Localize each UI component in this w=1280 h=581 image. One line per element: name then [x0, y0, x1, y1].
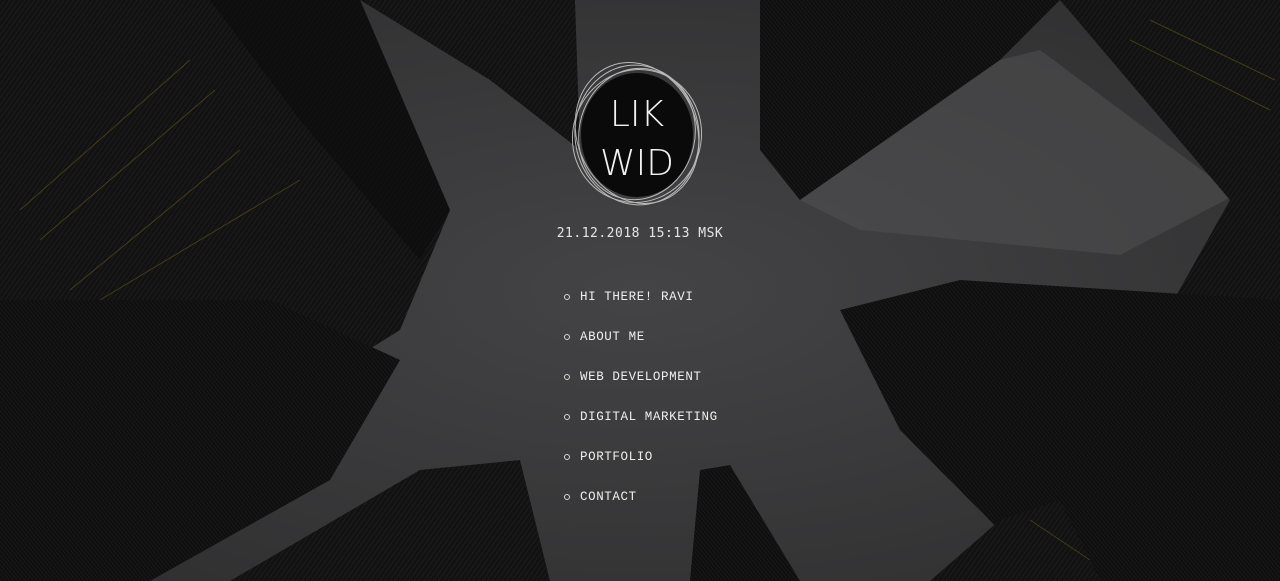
bullet-icon	[564, 334, 570, 340]
bullet-icon	[564, 414, 570, 420]
menu-item-label: DIGITAL MARKETING	[580, 410, 718, 424]
likwid-logo-icon[interactable]: LIK WID	[568, 58, 706, 210]
current-datetime: 21.12.2018 15:13 MSK	[556, 226, 724, 241]
logo-line-2: WID	[600, 143, 674, 184]
bullet-icon	[564, 374, 570, 380]
menu-item-portfolio[interactable]: PORTFOLIO	[564, 449, 718, 465]
bullet-icon	[564, 454, 570, 460]
bullet-icon	[564, 494, 570, 500]
menu-item-digital-marketing[interactable]: DIGITAL MARKETING	[564, 409, 718, 425]
main-menu: HI THERE! RAVI ABOUT ME WEB DEVELOPMENT …	[564, 289, 718, 529]
bullet-icon	[564, 294, 570, 300]
menu-item-label: PORTFOLIO	[580, 450, 653, 464]
landing-page: LIK WID 21.12.2018 15:13 MSK HI THERE! R…	[0, 0, 1280, 581]
menu-item-contact[interactable]: CONTACT	[564, 489, 718, 505]
menu-item-about-me[interactable]: ABOUT ME	[564, 329, 718, 345]
menu-item-label: ABOUT ME	[580, 330, 645, 344]
menu-item-hi-there[interactable]: HI THERE! RAVI	[564, 289, 718, 305]
menu-item-label: HI THERE! RAVI	[580, 290, 694, 304]
menu-item-label: WEB DEVELOPMENT	[580, 370, 702, 384]
menu-item-web-development[interactable]: WEB DEVELOPMENT	[564, 369, 718, 385]
menu-item-label: CONTACT	[580, 490, 637, 504]
logo-line-1: LIK	[610, 94, 665, 135]
